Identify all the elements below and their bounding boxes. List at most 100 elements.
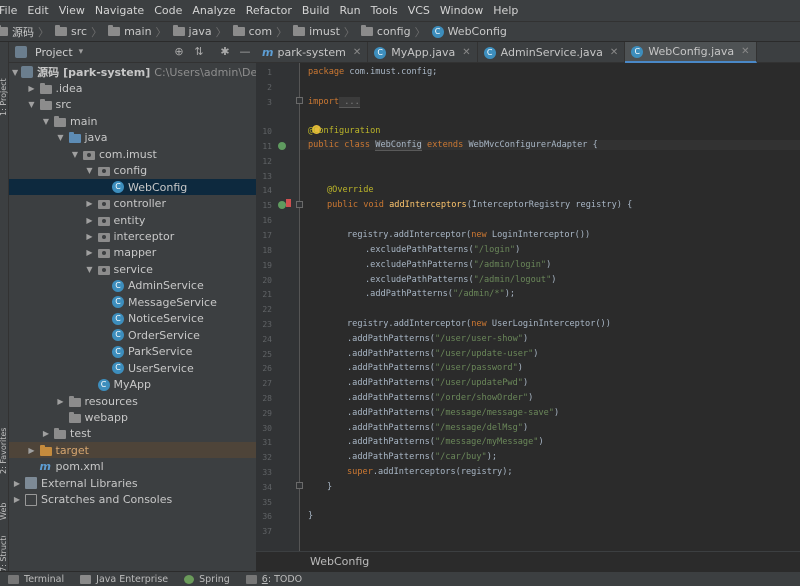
code-content[interactable]: package com.imust.config; import ... @Co… — [300, 63, 800, 551]
collapse-arrow-icon[interactable]: ▶ — [56, 396, 66, 406]
collapse-arrow-icon[interactable]: ▶ — [41, 429, 51, 439]
hide-panel-icon[interactable]: — — [238, 45, 252, 59]
breadcrumb-item[interactable]: main 〉 — [102, 24, 167, 40]
editor-breadcrumb[interactable]: WebConfig — [256, 551, 800, 571]
collapse-arrow-icon[interactable]: ▶ — [12, 495, 22, 505]
tree-item[interactable]: C NoticeService — [9, 311, 256, 327]
tool-window-favorites[interactable]: 2: Favorites — [0, 414, 9, 474]
breadcrumb-item[interactable]: 源码〉 — [0, 24, 49, 40]
code-line[interactable]: .addPathPatterns("/user/updatePwd") — [347, 378, 528, 388]
tree-item[interactable]: ▼ config — [9, 163, 256, 179]
editor-tab[interactable]: m park-system ✕ — [256, 42, 369, 63]
breadcrumb-item[interactable]: imust 〉 — [287, 24, 355, 40]
tree-item[interactable]: C MessageService — [9, 294, 256, 310]
code-line[interactable]: public void addInterceptors(InterceptorR… — [327, 200, 632, 210]
tree-item[interactable]: m pom.xml — [9, 459, 256, 475]
todo-tool-button[interactable]: 6: TODO — [245, 574, 302, 585]
tree-item[interactable]: ▼ com.imust — [9, 146, 256, 162]
collapse-arrow-icon[interactable]: ▶ — [27, 83, 37, 93]
collapse-arrow-icon[interactable]: ▶ — [27, 445, 37, 455]
spring-bean-gutter-icon[interactable] — [278, 142, 286, 150]
locate-icon[interactable]: ⊕ — [172, 45, 186, 59]
code-line[interactable]: .excludePathPatterns("/login") — [365, 245, 520, 255]
collapse-arrow-icon[interactable]: ▶ — [85, 215, 95, 225]
code-line[interactable]: .excludePathPatterns("/admin/logout") — [365, 275, 556, 285]
code-line[interactable]: .addPathPatterns("/user/update-user") — [347, 349, 538, 359]
breadcrumb-item[interactable]: src 〉 — [49, 24, 102, 40]
code-line[interactable]: @Override — [327, 185, 374, 195]
menu-refactor[interactable]: Refactor — [241, 0, 297, 22]
settings-gear-icon[interactable]: ✱ — [218, 45, 232, 59]
menu-vcs[interactable]: VCS — [403, 0, 435, 22]
menu-file[interactable]: File — [0, 0, 22, 22]
code-line[interactable]: package com.imust.config; — [308, 67, 437, 77]
code-line[interactable]: } — [308, 511, 313, 521]
expand-arrow-icon[interactable]: ▼ — [27, 100, 37, 110]
java-enterprise-tool-button[interactable]: Java Enterprise — [80, 574, 168, 585]
code-line[interactable]: .addPathPatterns("/user/password") — [347, 363, 523, 373]
code-line[interactable]: .addPathPatterns("/car/buy"); — [347, 452, 497, 462]
project-view-dropdown[interactable]: ▾ — [79, 47, 84, 57]
code-line[interactable]: registry.addInterceptor(new UserLoginInt… — [347, 319, 611, 329]
expand-arrow-icon[interactable]: ▼ — [85, 166, 95, 176]
tree-item[interactable]: ▶ target — [9, 442, 256, 459]
code-line[interactable]: } — [327, 482, 332, 492]
code-line-current[interactable]: public class WebConfig extends WebMvcCon… — [300, 140, 800, 151]
code-line[interactable]: .addPathPatterns("/admin/*"); — [365, 289, 515, 299]
expand-arrow-icon[interactable]: ▼ — [12, 67, 18, 77]
code-line[interactable]: registry.addInterceptor(new LoginInterce… — [347, 230, 590, 240]
menu-tools[interactable]: Tools — [366, 0, 403, 22]
collapse-arrow-icon[interactable]: ▶ — [85, 232, 95, 242]
tree-item[interactable]: ▼ main — [9, 113, 256, 129]
breadcrumb-item[interactable]: C WebConfig — [426, 25, 507, 38]
editor-tab[interactable]: C MyApp.java ✕ — [368, 42, 478, 63]
close-tab-icon[interactable]: ✕ — [353, 47, 361, 58]
fold-icon[interactable] — [296, 201, 303, 208]
expand-arrow-icon[interactable]: ▼ — [70, 149, 80, 159]
editor-tab[interactable]: C WebConfig.java ✕ — [625, 42, 757, 63]
tree-item[interactable]: ▼ src — [9, 97, 256, 113]
editor-tab[interactable]: C AdminService.java ✕ — [478, 42, 626, 63]
tree-item[interactable]: ▼ java — [9, 130, 256, 146]
menu-build[interactable]: Build — [297, 0, 335, 22]
terminal-tool-button[interactable]: Terminal — [8, 574, 64, 585]
tree-item[interactable]: ▼ 源码[park-system]C:\Users\admin\Desktop\P… — [9, 64, 256, 80]
menu-code[interactable]: Code — [149, 0, 187, 22]
menu-window[interactable]: Window — [435, 0, 488, 22]
menu-help[interactable]: Help — [488, 0, 523, 22]
tool-window-structure[interactable]: 7: Structure — [0, 536, 9, 572]
expand-arrow-icon[interactable]: ▼ — [85, 264, 95, 274]
collapse-all-icon[interactable]: ⇅ — [192, 45, 206, 59]
override-marker-icon[interactable] — [286, 199, 291, 207]
code-line[interactable]: @Configuration — [308, 126, 380, 136]
tool-window-web[interactable]: Web — [0, 490, 9, 520]
collapse-arrow-icon[interactable]: ▶ — [85, 248, 95, 258]
tree-item[interactable]: ▶ resources — [9, 393, 256, 409]
code-editor[interactable]: 1 2 3 10 11 12 13 14 15 16 17 18 19 20 21 22 23 24 25 26 27 2… — [256, 63, 800, 551]
tree-item[interactable]: C AdminService — [9, 278, 256, 294]
tree-item[interactable]: C OrderService — [9, 327, 256, 343]
breadcrumb-item[interactable]: config 〉 — [355, 24, 426, 40]
expand-arrow-icon[interactable]: ▼ — [56, 133, 66, 143]
fold-icon[interactable] — [296, 482, 303, 489]
menu-analyze[interactable]: Analyze — [187, 0, 240, 22]
breadcrumb-item[interactable]: java 〉 — [167, 24, 227, 40]
spring-gutter-icon[interactable] — [278, 201, 286, 209]
menu-navigate[interactable]: Navigate — [90, 0, 149, 22]
menu-edit[interactable]: Edit — [22, 0, 53, 22]
tree-item[interactable]: ▼ service — [9, 261, 256, 277]
collapse-arrow-icon[interactable]: ▶ — [12, 478, 22, 488]
expand-arrow-icon[interactable]: ▼ — [41, 116, 51, 126]
code-line[interactable]: .addPathPatterns("/message/delMsg") — [347, 423, 528, 433]
tree-item[interactable]: ▶ Scratches and Consoles — [9, 492, 256, 508]
close-tab-icon[interactable]: ✕ — [462, 47, 470, 58]
fold-icon[interactable] — [296, 97, 303, 104]
tool-window-project[interactable]: 1: Project — [0, 48, 9, 116]
tree-item[interactable]: C MyApp — [9, 377, 256, 393]
tree-item[interactable]: C ParkService — [9, 344, 256, 360]
tree-item[interactable]: C WebConfig — [9, 179, 256, 196]
tree-item[interactable]: C UserService — [9, 360, 256, 376]
tree-item[interactable]: ▶ .idea — [9, 80, 256, 96]
menu-view[interactable]: View — [54, 0, 90, 22]
tree-item[interactable]: ▶ test — [9, 426, 256, 442]
